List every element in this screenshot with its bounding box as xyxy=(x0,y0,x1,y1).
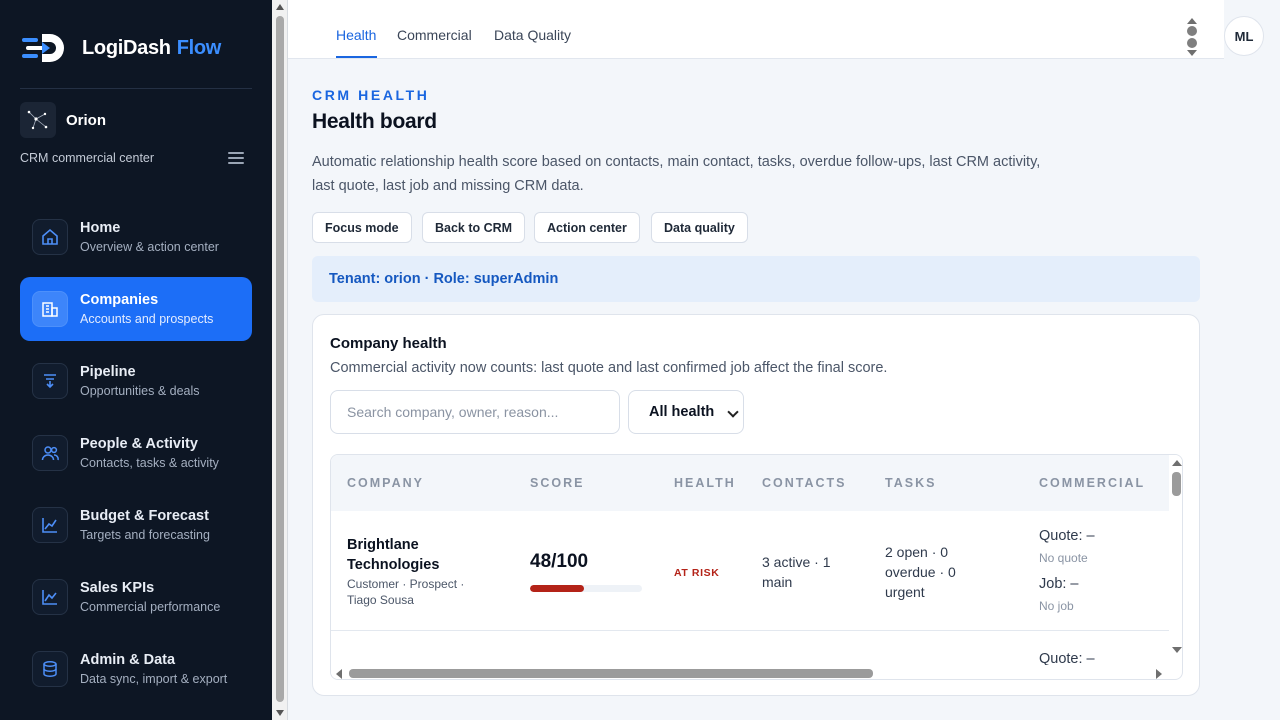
nav-subtitle: Opportunities & deals xyxy=(80,384,200,398)
user-avatar[interactable]: ML xyxy=(1224,16,1264,56)
focus-mode-button[interactable]: Focus mode xyxy=(312,212,412,243)
constellation-icon xyxy=(20,102,56,138)
tasks-summary: 2 open · 0 overdue · 0 urgent xyxy=(885,544,956,600)
nav-subtitle: Commercial performance xyxy=(80,600,221,614)
page-eyebrow: CRM HEALTH xyxy=(312,87,430,103)
scrollbar-thumb[interactable] xyxy=(276,16,284,702)
nav-item-budget-forecast[interactable]: Budget & Forecast Targets and forecasting xyxy=(20,493,252,557)
health-filter-select[interactable]: All health xyxy=(628,390,744,434)
health-score: 48/100 xyxy=(530,551,589,572)
nav-title: Home xyxy=(80,220,121,236)
health-status-badge: AT RISK xyxy=(674,567,720,579)
page-description: Automatic relationship health score base… xyxy=(312,154,1041,194)
nav-item-companies[interactable]: Companies Accounts and prospects xyxy=(20,277,252,341)
nav-item-pipeline[interactable]: Pipeline Opportunities & deals xyxy=(20,349,252,413)
nav-title: People & Activity xyxy=(80,436,198,452)
nav-item-admin-data[interactable]: Admin & Data Data sync, import & export xyxy=(20,637,252,701)
table-header: COMPANY SCORE HEALTH CONTACTS TASKS COMM… xyxy=(331,455,1169,511)
nav-title: Sales KPIs xyxy=(80,580,155,596)
chevron-down-icon xyxy=(727,406,739,418)
chart-line-icon xyxy=(32,507,68,543)
tab-data-quality[interactable]: Data Quality xyxy=(494,27,571,43)
nav-item-home[interactable]: Home Overview & action center xyxy=(20,205,252,269)
sidebar: LogiDash Flow Orion CRM commercial center… xyxy=(0,0,272,720)
column-header-health[interactable]: HEALTH xyxy=(674,476,736,490)
card-title: Company health xyxy=(330,335,447,352)
tenant-role-banner: Tenant: orion · Role: superAdmin xyxy=(312,256,1200,302)
company-health-table: COMPANY SCORE HEALTH CONTACTS TASKS COMM… xyxy=(330,454,1183,680)
scroll-right-icon[interactable] xyxy=(1156,669,1162,679)
action-center-button[interactable]: Action center xyxy=(534,212,640,243)
nav-title: Budget & Forecast xyxy=(80,508,209,524)
search-input[interactable] xyxy=(330,390,620,434)
page-title: Health board xyxy=(312,110,437,133)
logo-icon xyxy=(22,34,64,62)
scrollbar-thumb[interactable] xyxy=(1187,38,1197,48)
home-icon xyxy=(32,219,68,255)
last-job: Job: – xyxy=(1039,576,1079,592)
last-job-detail: No job xyxy=(1039,599,1074,613)
scroll-down-icon[interactable] xyxy=(1172,647,1182,653)
people-icon xyxy=(32,435,68,471)
scroll-down-icon[interactable] xyxy=(276,710,284,716)
column-header-contacts[interactable]: CONTACTS xyxy=(762,476,847,490)
nav-item-people-activity[interactable]: People & Activity Contacts, tasks & activ… xyxy=(20,421,252,485)
scroll-up-icon[interactable] xyxy=(1172,460,1182,466)
company-meta: Customer · Prospect · Tiago Sousa xyxy=(347,577,465,607)
card-subtitle: Commercial activity now counts: last quo… xyxy=(330,360,888,376)
sidebar-divider xyxy=(20,88,252,89)
column-header-commercial[interactable]: COMMERCIAL xyxy=(1039,476,1145,490)
last-quote-detail: No quote xyxy=(1039,551,1088,565)
company-name[interactable]: Brightlane Technologies xyxy=(347,535,457,575)
tab-health[interactable]: Health xyxy=(336,27,376,43)
building-icon xyxy=(32,291,68,327)
scroll-up-icon[interactable] xyxy=(1187,18,1197,24)
scrollbar-thumb[interactable] xyxy=(1172,472,1181,496)
score-progress-bar xyxy=(530,585,642,592)
nav-title: Admin & Data xyxy=(80,652,176,668)
column-header-company[interactable]: COMPANY xyxy=(347,476,424,490)
brand[interactable]: LogiDash Flow xyxy=(20,28,221,68)
last-quote: Quote: – xyxy=(1039,528,1095,544)
column-header-score[interactable]: SCORE xyxy=(530,476,584,490)
company-health-card: Company health Commercial activity now c… xyxy=(312,314,1200,696)
table-vertical-scrollbar[interactable] xyxy=(1169,455,1182,665)
nav-subtitle: Targets and forecasting xyxy=(80,528,210,542)
score-progress-fill xyxy=(530,585,584,592)
nav-subtitle: Data sync, import & export xyxy=(80,672,228,686)
health-filter-value: All health xyxy=(649,404,715,420)
scroll-left-icon[interactable] xyxy=(336,669,342,679)
top-bar: Health Commercial Data Quality xyxy=(288,0,1224,59)
tenant-subtitle: CRM commercial center xyxy=(20,151,155,165)
scroll-down-icon[interactable] xyxy=(1187,50,1197,56)
funnel-icon xyxy=(32,363,68,399)
tabs-scrollbar[interactable] xyxy=(1186,18,1198,56)
nav-item-sales-kpis[interactable]: Sales KPIs Commercial performance xyxy=(20,565,252,629)
tab-commercial[interactable]: Commercial xyxy=(397,27,472,43)
scroll-up-icon[interactable] xyxy=(276,4,284,10)
hamburger-menu-icon[interactable] xyxy=(228,152,244,166)
nav-subtitle: Accounts and prospects xyxy=(80,312,214,326)
scrollbar-thumb[interactable] xyxy=(349,669,873,678)
trend-icon xyxy=(32,579,68,615)
table-row[interactable]: Brightlane Technologies Customer · Prosp… xyxy=(331,511,1169,631)
column-header-tasks[interactable]: TASKS xyxy=(885,476,936,490)
back-to-crm-button[interactable]: Back to CRM xyxy=(422,212,526,243)
tenant-switcher[interactable]: Orion xyxy=(20,102,106,138)
database-icon xyxy=(32,651,68,687)
nav-subtitle: Overview & action center xyxy=(80,240,219,254)
sidebar-scrollbar[interactable] xyxy=(272,0,288,720)
scrollbar-thumb[interactable] xyxy=(1187,26,1197,36)
nav-title: Companies xyxy=(80,292,159,308)
tenant-name: Orion xyxy=(66,111,106,129)
contacts-summary: 3 active · 1 main xyxy=(762,554,831,590)
brand-name: LogiDash Flow xyxy=(82,36,222,59)
data-quality-button[interactable]: Data quality xyxy=(651,212,748,243)
table-horizontal-scrollbar[interactable] xyxy=(331,665,1169,679)
nav-subtitle: Contacts, tasks & activity xyxy=(80,456,219,470)
nav-title: Pipeline xyxy=(80,364,136,380)
active-tab-indicator xyxy=(336,56,377,58)
